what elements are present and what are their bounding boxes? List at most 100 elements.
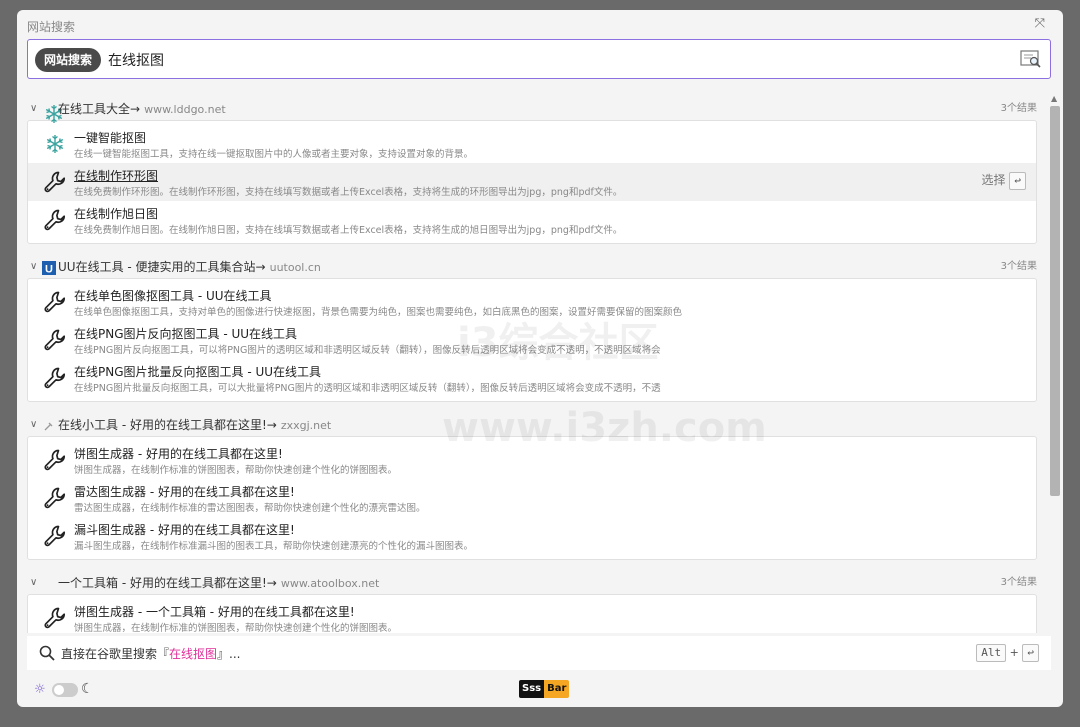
chevron-down-icon[interactable]: ∨ — [30, 572, 37, 594]
group-count: 3个结果 — [1000, 261, 1037, 272]
result-title[interactable]: 在线单色图像抠图工具 - UU在线工具 — [74, 287, 272, 304]
result-title[interactable]: 在线制作环形图 — [74, 167, 158, 184]
result-desc: 在线免费制作旭日图。在线制作旭日图，支持在线填写数据或者上传Excel表格，支持… — [74, 225, 623, 236]
arrow-right-icon: → — [266, 576, 277, 590]
wrench-icon — [43, 170, 67, 194]
svg-text:U: U — [45, 264, 53, 276]
group-title[interactable]: 一个工具箱 - 好用的在线工具都在这里!→ www.atoolbox.net — [58, 572, 379, 595]
group-url[interactable]: uutool.cn — [270, 261, 321, 274]
result-item[interactable]: 在线PNG图片反向抠图工具 - UU在线工具在线PNG图片反向抠图工具，可以将P… — [28, 321, 1036, 359]
chevron-down-icon[interactable]: ∨ — [30, 98, 37, 120]
group-header[interactable]: ∨ 一个工具箱 - 好用的在线工具都在这里!→ www.atoolbox.net 3个… — [27, 572, 1037, 594]
sun-icon: ☼ — [34, 682, 46, 697]
result-item[interactable]: 饼图生成器 - 好用的在线工具都在这里! 饼图生成器，在线制作标准的饼图图表，帮助… — [28, 441, 1036, 479]
wrench-icon — [43, 290, 67, 314]
search-page-icon[interactable] — [1020, 49, 1042, 69]
result-title[interactable]: 漏斗图生成器 - 好用的在线工具都在这里! — [74, 521, 295, 538]
collapse-icon[interactable]: ⤧ — [1035, 16, 1045, 31]
scroll-thumb[interactable] — [1050, 106, 1060, 496]
group-count: 3个结果 — [1000, 577, 1037, 588]
results-list: ∨ 在线工具大全→ www.lddgo.net 3个结果 一键智能抠图 在线一键智能抠图工… — [27, 98, 1037, 633]
google-shortcut: Alt + ↩ — [976, 644, 1039, 662]
result-item[interactable]: 在线PNG图片批量反向抠图工具 - UU在线工具 在线PNG图片批量反向抠图工具，… — [28, 359, 1036, 397]
result-item[interactable]: 在线单色图像抠图工具 - UU在线工具在线单色图像抠图工具，支持对单色的图像进行… — [28, 283, 1036, 321]
result-desc: 在线一键智能抠图工具，支持在线一键抠取图片中的人像或者主要对象，支持设置对象的背… — [74, 149, 474, 160]
small-tool-icon — [42, 418, 56, 432]
select-hint[interactable]: 选择 ↩ — [982, 171, 1026, 190]
group-card: 饼图生成器 - 一个工具箱 - 好用的在线工具都在这里! 饼图生成器，在线制作标准… — [27, 594, 1037, 633]
google-search-row[interactable]: 直接在谷歌里搜索『在线抠图』... Alt + ↩ — [27, 636, 1051, 670]
plus-sign: + — [1009, 646, 1019, 659]
arrow-right-icon: → — [130, 102, 141, 116]
result-desc: 在线单色图像抠图工具，支持对单色的图像进行快速抠图，背景色需要为纯色，图案也需要… — [74, 307, 683, 318]
search-icon — [39, 645, 55, 661]
chevron-down-icon[interactable]: ∨ — [30, 414, 37, 436]
result-item[interactable]: 饼图生成器 - 一个工具箱 - 好用的在线工具都在这里! 饼图生成器，在线制作标准… — [28, 599, 1036, 633]
enter-key: ↩ — [1022, 644, 1039, 662]
group-url[interactable]: zxxgj.net — [281, 419, 331, 432]
group-count: 3个结果 — [1000, 103, 1037, 114]
group-title-text: UU在线工具 - 便捷实用的工具集合站 — [58, 260, 256, 274]
result-title[interactable]: 雷达图生成器 - 好用的在线工具都在这里! — [74, 483, 295, 500]
result-desc: 饼图生成器，在线制作标准的饼图图表，帮助你快速创建个性化的饼图图表。 — [74, 623, 398, 633]
result-title[interactable]: 饼图生成器 - 一个工具箱 - 好用的在线工具都在这里! — [74, 603, 355, 620]
group-card: 饼图生成器 - 好用的在线工具都在这里! 饼图生成器，在线制作标准的饼图图表，帮助… — [27, 436, 1037, 560]
group-url[interactable]: www.lddgo.net — [144, 103, 226, 116]
result-desc: 雷达图生成器，在线制作标准的雷达图图表，帮助你快速创建个性化的漂亮雷达图。 — [74, 503, 426, 514]
result-item[interactable]: 漏斗图生成器 - 好用的在线工具都在这里! 漏斗图生成器，在线制作标准漏斗图的图表… — [28, 517, 1036, 555]
group-header[interactable]: ∨ 在线小工具 - 好用的在线工具都在这里!→ zxxgj.net — [27, 414, 1037, 436]
wrench-icon — [43, 328, 67, 352]
theme-toggle[interactable] — [52, 683, 78, 697]
group-url[interactable]: www.atoolbox.net — [281, 577, 379, 590]
scrollbar[interactable]: ▲ — [1048, 94, 1061, 634]
google-prefix: 直接在谷歌里搜索『 — [61, 647, 170, 661]
alt-key: Alt — [976, 644, 1007, 662]
google-keyword: 在线抠图 — [169, 647, 218, 661]
result-desc: 在线免费制作环形图。在线制作环形图，支持在线填写数据或者上传Excel表格，支持… — [74, 187, 623, 198]
snowflake-icon — [42, 102, 63, 123]
arrow-right-icon: → — [266, 418, 277, 432]
result-title[interactable]: 在线PNG图片批量反向抠图工具 - UU在线工具 — [74, 363, 321, 380]
group-card: 一键智能抠图在线一键智能抠图工具，支持在线一键抠取图片中的人像或者主要对象，支持… — [27, 120, 1037, 244]
google-suffix: 』... — [217, 647, 241, 661]
search-tag[interactable]: 网站搜索 — [35, 48, 102, 72]
group-title[interactable]: 在线小工具 - 好用的在线工具都在这里!→ zxxgj.net — [58, 414, 331, 437]
logo-left: Sss — [519, 680, 545, 698]
chevron-down-icon[interactable]: ∨ — [30, 256, 37, 278]
search-panel: 网站搜索 ⤧ 网站搜索 ∨在线工具大全→www.lddgo.net3个结果一键智… — [17, 10, 1063, 707]
panel-title: 网站搜索 — [27, 20, 76, 34]
result-title[interactable]: 在线PNG图片反向抠图工具 - UU在线工具 — [74, 325, 297, 342]
group-title-text: 一个工具箱 - 好用的在线工具都在这里! — [58, 576, 267, 590]
wrench-icon — [43, 208, 67, 232]
group-title-text: 在线小工具 - 好用的在线工具都在这里! — [58, 418, 267, 432]
search-bar: 网站搜索 — [27, 39, 1051, 79]
group-title[interactable]: 在线工具大全→ www.lddgo.net — [58, 98, 226, 121]
result-desc: 在线PNG图片反向抠图工具，可以将PNG图片的透明区域和非透明区域反转（翻转），… — [74, 345, 661, 356]
result-item[interactable]: 雷达图生成器 - 好用的在线工具都在这里! 雷达图生成器，在线制作标准的雷达图图表… — [28, 479, 1036, 517]
arrow-right-icon: → — [255, 260, 266, 274]
group-header[interactable]: ∨ 在线工具大全→ www.lddgo.net 3个结果 — [27, 98, 1037, 123]
wrench-icon — [43, 486, 67, 510]
enter-key: ↩ — [1009, 171, 1026, 190]
result-item[interactable]: 一键智能抠图在线一键智能抠图工具，支持在线一键抠取图片中的人像或者主要对象，支持… — [28, 125, 1036, 163]
group-card: 在线单色图像抠图工具 - UU在线工具在线单色图像抠图工具，支持对单色的图像进行… — [27, 278, 1037, 402]
select-label: 选择 — [981, 173, 1006, 187]
group-title-text: 在线工具大全 — [58, 102, 131, 116]
result-title[interactable]: 一键智能抠图 — [74, 129, 146, 146]
result-item[interactable]: 在线制作环形图在线免费制作环形图。在线制作环形图，支持在线填写数据或者上传Exc… — [28, 163, 1036, 201]
search-input[interactable] — [106, 46, 990, 74]
scroll-up-icon[interactable]: ▲ — [1051, 94, 1057, 103]
google-search-text: 直接在谷歌里搜索『在线抠图』... — [61, 645, 240, 662]
wrench-icon — [43, 524, 67, 548]
uu-logo-icon: U — [42, 260, 56, 276]
footer: ☼ ☾ Sss Bar — [17, 676, 1063, 707]
result-title[interactable]: 在线制作旭日图 — [74, 205, 158, 222]
result-desc: 饼图生成器，在线制作标准的饼图图表，帮助你快速创建个性化的饼图图表。 — [74, 465, 398, 476]
group-title[interactable]: UU在线工具 - 便捷实用的工具集合站→ uutool.cn — [58, 256, 321, 279]
result-title[interactable]: 饼图生成器 - 好用的在线工具都在这里! — [74, 445, 283, 462]
result-item[interactable]: 在线制作旭日图在线免费制作旭日图。在线制作旭日图，支持在线填写数据或者上传Exc… — [28, 201, 1036, 239]
logo-right: Bar — [544, 680, 570, 698]
snowflake-icon — [43, 132, 67, 156]
wrench-icon — [43, 366, 67, 390]
group-header[interactable]: ∨ U UU在线工具 - 便捷实用的工具集合站→ uutool.cn 3个结果 — [27, 256, 1037, 278]
